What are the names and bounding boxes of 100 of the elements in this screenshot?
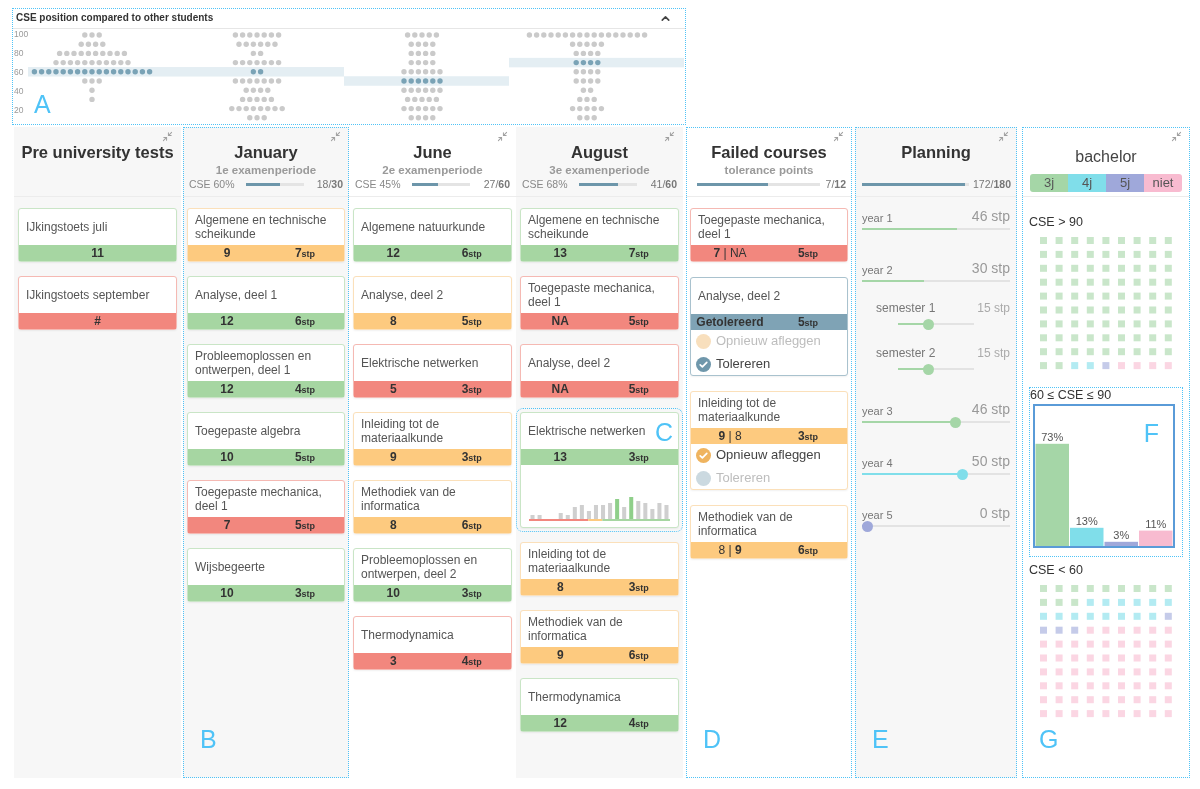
credits-text: 6stp	[461, 516, 482, 534]
figure-label: D	[703, 726, 722, 752]
credits-text: 15 stp	[977, 301, 1010, 315]
course-card[interactable]: Inleiding tot de materiaalkunde 8 3stp	[520, 542, 679, 596]
credits-text: 5stp	[797, 244, 819, 262]
year-label: year 4	[862, 457, 893, 469]
course-title: Toegepaste mechanica, deel 1	[698, 213, 826, 241]
group-title: CSE > 90	[1029, 214, 1084, 230]
course-title: Elektrische netwerken	[528, 424, 646, 438]
grade-text: #	[94, 313, 101, 329]
credits-text: 18/30	[316, 177, 343, 191]
course-title: Thermodynamica	[528, 690, 621, 704]
legend-item[interactable]: niet	[1144, 174, 1182, 192]
collapse-icon[interactable]	[998, 131, 1009, 142]
course-title: Algemene en technische scheikunde	[528, 213, 661, 241]
credits-text: 3stp	[797, 427, 819, 445]
course-title: Analyse, deel 1	[195, 288, 278, 302]
slider-thumb[interactable]	[922, 318, 934, 330]
group-title: 60 ≤ CSE ≤ 90	[1029, 387, 1113, 403]
course-card[interactable]: Methodiek van de informatica 8 | 9 6stp	[690, 505, 848, 559]
course-card[interactable]: Analyse, deel 2 8 5stp	[353, 276, 512, 330]
bar-value-label: 13%	[1075, 514, 1098, 527]
grade-text: 7	[223, 517, 231, 533]
course-card[interactable]: IJkingstoets juli 11	[18, 208, 177, 262]
semester-label: semester 1	[876, 301, 936, 315]
grade-text: NA	[551, 381, 569, 397]
grade-text: 9	[389, 449, 397, 465]
figure-label: F	[1143, 420, 1159, 446]
slider-thumb[interactable]	[956, 469, 968, 480]
grade-text: Getolereerd	[696, 314, 764, 330]
slider-thumb[interactable]	[949, 417, 961, 428]
collapse-icon[interactable]	[1171, 131, 1182, 142]
credits-text: 3stp	[628, 448, 649, 466]
course-card[interactable]: Algemene natuurkunde 12 6stp	[353, 208, 512, 262]
column-subtitle: 2e examenperiode	[382, 163, 483, 177]
course-card[interactable]: Toegepaste mechanica, deel 1 NA 5stp	[520, 276, 679, 330]
course-title: Algemene en technische scheikunde	[195, 213, 328, 241]
course-card[interactable]: Analyse, deel 2 NA 5stp	[520, 344, 679, 398]
legend-item[interactable]: 4j	[1068, 174, 1106, 192]
course-title: Inleiding tot de materiaalkunde	[361, 417, 445, 445]
radio-option[interactable]: Tolereren	[696, 354, 842, 374]
course-card[interactable]: Toegepaste mechanica, deel 1 7 | NA 5stp	[690, 208, 848, 262]
credits-text: 5stp	[461, 312, 482, 330]
course-card[interactable]: Algemene en technische scheikunde 13 7stp	[520, 208, 679, 262]
course-title: Wijsbegeerte	[195, 560, 266, 574]
legend-item[interactable]: 3j	[1030, 174, 1068, 192]
course-card[interactable]: Analyse, deel 2 Getolereerd 5stp Opnieuw afleggen Tolereren	[690, 277, 848, 376]
course-title: Methodiek van de informatica	[698, 510, 794, 538]
axis-tick-label: 20	[14, 105, 25, 115]
course-card[interactable]: Wijsbegeerte 10 3stp	[187, 548, 345, 602]
course-title: Inleiding tot de materiaalkunde	[698, 396, 782, 424]
credits-text: 6stp	[294, 312, 316, 330]
slider-thumb[interactable]	[862, 521, 873, 532]
course-card[interactable]: Methodiek van de informatica 9 6stp	[520, 610, 679, 664]
course-card[interactable]: Thermodynamica 3 4stp	[353, 616, 512, 670]
course-title: Analyse, deel 2	[698, 289, 781, 303]
year-label: year 5	[862, 509, 893, 521]
column-title: Pre university tests	[21, 142, 174, 162]
grade-text: 9	[223, 245, 231, 261]
bar-value-label: 3%	[1113, 528, 1130, 541]
credits-text: 5stp	[294, 448, 316, 466]
collapse-icon[interactable]	[497, 131, 508, 142]
grade-text: 12	[553, 715, 567, 731]
collapse-icon[interactable]	[330, 131, 341, 142]
course-card[interactable]: Toegepaste mechanica, deel 1 7 5stp	[187, 480, 345, 534]
course-card[interactable]: Probleemoplossen en ontwerpen, deel 2 10 3stp	[353, 548, 512, 602]
grade-text: 8	[389, 313, 397, 329]
collapse-icon[interactable]	[162, 131, 173, 142]
collapse-icon[interactable]	[664, 131, 675, 142]
collapse-icon[interactable]	[833, 131, 844, 142]
course-card[interactable]: Thermodynamica 12 4stp	[520, 678, 679, 732]
radio-option[interactable]: Opnieuw afleggen	[696, 445, 842, 465]
credits-text: 50 stp	[971, 454, 1010, 469]
column-subtitle: 3e examenperiode	[549, 163, 650, 177]
course-card[interactable]: Toegepaste algebra 10 5stp	[187, 412, 345, 466]
grade-text: 7 | NA	[713, 245, 747, 261]
axis-tick-label: 100	[14, 29, 28, 39]
course-title: Analyse, deel 2	[361, 288, 444, 302]
grade-text: 8	[389, 517, 397, 533]
credits-text: 172/180	[973, 177, 1011, 191]
course-card[interactable]: Probleemoplossen en ontwerpen, deel 1 12 4stp	[187, 344, 345, 398]
course-card[interactable]: Analyse, deel 1 12 6stp	[187, 276, 345, 330]
credits-text: 7stp	[294, 244, 316, 262]
credits-text: 4stp	[628, 714, 649, 732]
year-label: year 3	[862, 405, 893, 417]
credits-text: 3stp	[294, 584, 316, 602]
grade-text: 9	[556, 647, 564, 663]
axis-tick-label: 80	[14, 48, 25, 58]
grade-text: 11	[91, 245, 104, 261]
credits-text: 3stp	[461, 380, 482, 398]
figure-label: C	[654, 419, 673, 445]
course-card[interactable]: IJkingstoets september #	[18, 276, 177, 330]
year-label: year 2	[862, 264, 893, 276]
course-card[interactable]: Inleiding tot de materiaalkunde 9 | 8 3stp Opnieuw afleggen Tolereren	[690, 391, 848, 490]
course-card[interactable]: Elektrische netwerken 5 3stp	[353, 344, 512, 398]
course-card[interactable]: Algemene en technische scheikunde 9 7stp	[187, 208, 345, 262]
course-card[interactable]: Inleiding tot de materiaalkunde 9 3stp	[353, 412, 512, 466]
slider-thumb[interactable]	[922, 363, 934, 375]
credits-text: 46 stp	[971, 209, 1010, 224]
course-card[interactable]: Methodiek van de informatica 8 6stp	[353, 480, 512, 534]
